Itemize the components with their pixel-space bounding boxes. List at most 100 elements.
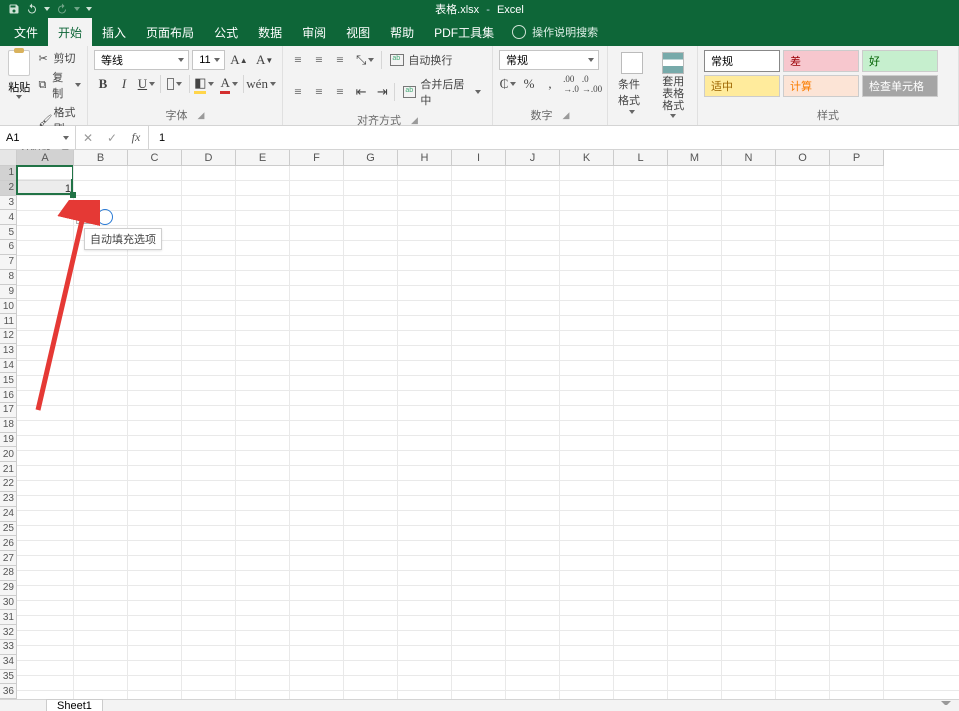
increase-font-button[interactable]: A▲ [228, 50, 251, 70]
row-header-31[interactable]: 31 [0, 610, 17, 625]
fill-handle[interactable] [70, 192, 76, 198]
row-header-12[interactable]: 12 [0, 329, 17, 344]
align-middle-button[interactable]: ≡ [310, 50, 328, 70]
row-header-1[interactable]: 1 [0, 166, 17, 181]
row-header-26[interactable]: 26 [0, 536, 17, 551]
row-header-11[interactable]: 11 [0, 314, 17, 329]
font-color-button[interactable]: A [219, 74, 240, 94]
conditional-format-button[interactable]: 条件格式 [614, 50, 650, 116]
copy-dropdown-icon[interactable] [75, 83, 81, 87]
orientation-button[interactable]: ⤡ [352, 50, 378, 70]
align-bottom-button[interactable]: ≡ [331, 50, 349, 70]
row-header-10[interactable]: 10 [0, 299, 17, 314]
column-header-C[interactable]: C [128, 150, 182, 166]
tab-data[interactable]: 数据 [248, 18, 292, 46]
increase-decimal-button[interactable]: .00→.0 [562, 74, 580, 94]
qat-customize-icon[interactable] [86, 7, 92, 11]
row-header-28[interactable]: 28 [0, 566, 17, 581]
row-header-30[interactable]: 30 [0, 596, 17, 611]
column-header-M[interactable]: M [668, 150, 722, 166]
row-header-29[interactable]: 29 [0, 581, 17, 596]
row-header-5[interactable]: 5 [0, 225, 17, 240]
copy-button[interactable]: ⧉复制 [39, 69, 81, 101]
row-header-22[interactable]: 22 [0, 477, 17, 492]
row-header-16[interactable]: 16 [0, 388, 17, 403]
sheet-tab-active[interactable]: Sheet1 [46, 699, 103, 711]
column-header-F[interactable]: F [290, 150, 344, 166]
column-header-G[interactable]: G [344, 150, 398, 166]
font-size-select[interactable]: 11 [192, 50, 224, 70]
row-header-7[interactable]: 7 [0, 255, 17, 270]
row-header-4[interactable]: 4 [0, 210, 17, 225]
row-header-15[interactable]: 15 [0, 373, 17, 388]
phonetic-button[interactable]: wén [246, 74, 276, 94]
row-header-33[interactable]: 33 [0, 640, 17, 655]
column-header-I[interactable]: I [452, 150, 506, 166]
row-header-27[interactable]: 27 [0, 551, 17, 566]
column-header-B[interactable]: B [74, 150, 128, 166]
column-header-E[interactable]: E [236, 150, 290, 166]
increase-indent-button[interactable]: ⇥ [373, 82, 391, 102]
redo-icon[interactable] [56, 3, 68, 15]
style-cell-0[interactable]: 常规 [704, 50, 780, 72]
autofill-options-button[interactable]: ▦ [76, 210, 96, 224]
row-header-18[interactable]: 18 [0, 418, 17, 433]
column-header-D[interactable]: D [182, 150, 236, 166]
column-header-K[interactable]: K [560, 150, 614, 166]
decrease-decimal-button[interactable]: .0→.00 [583, 74, 601, 94]
row-header-14[interactable]: 14 [0, 359, 17, 374]
column-header-N[interactable]: N [722, 150, 776, 166]
row-header-13[interactable]: 13 [0, 344, 17, 359]
formula-input[interactable]: 1 [149, 126, 959, 149]
undo-icon[interactable] [26, 3, 38, 15]
paste-dropdown-icon[interactable] [16, 95, 22, 99]
row-header-6[interactable]: 6 [0, 240, 17, 255]
row-header-2[interactable]: 2 [0, 181, 17, 196]
border-button[interactable] [163, 74, 186, 94]
row-header-3[interactable]: 3 [0, 196, 17, 211]
number-launcher-icon[interactable]: ◢ [563, 110, 570, 121]
italic-button[interactable]: I [115, 74, 133, 94]
row-header-21[interactable]: 21 [0, 462, 17, 477]
style-cell-2[interactable]: 好 [862, 50, 938, 72]
row-header-25[interactable]: 25 [0, 522, 17, 537]
row-header-35[interactable]: 35 [0, 670, 17, 685]
tab-file[interactable]: 文件 [4, 18, 48, 46]
wrap-text-button[interactable]: 自动换行 [385, 50, 457, 70]
cut-button[interactable]: ✂剪切 [39, 50, 81, 66]
column-header-H[interactable]: H [398, 150, 452, 166]
row-header-17[interactable]: 17 [0, 403, 17, 418]
tab-page-layout[interactable]: 页面布局 [136, 18, 204, 46]
row-header-19[interactable]: 19 [0, 433, 17, 448]
select-all-corner[interactable] [0, 150, 17, 166]
row-header-36[interactable]: 36 [0, 684, 17, 699]
row-header-8[interactable]: 8 [0, 270, 17, 285]
style-cell-5[interactable]: 检查单元格 [862, 75, 938, 97]
spreadsheet-grid[interactable]: ABCDEFGHIJKLMNOP 12345678910111213141516… [0, 150, 959, 699]
number-format-select[interactable]: 常规 [499, 50, 599, 70]
paste-button[interactable]: 粘贴 [6, 50, 33, 99]
tab-home[interactable]: 开始 [48, 18, 92, 46]
align-left-button[interactable]: ≡ [289, 82, 307, 102]
redo-dropdown-icon[interactable] [74, 7, 80, 11]
table-format-button[interactable]: 套用 表格格式 [656, 50, 692, 120]
fill-color-button[interactable]: ◧ [193, 74, 216, 94]
align-top-button[interactable]: ≡ [289, 50, 307, 70]
fx-icon[interactable]: fx [124, 130, 148, 145]
merge-center-button[interactable]: 合并后居中 [398, 74, 486, 110]
tab-formulas[interactable]: 公式 [204, 18, 248, 46]
tab-help[interactable]: 帮助 [380, 18, 424, 46]
column-header-L[interactable]: L [614, 150, 668, 166]
quick-analysis-button[interactable] [97, 209, 113, 225]
percent-button[interactable]: % [520, 74, 538, 94]
row-header-23[interactable]: 23 [0, 492, 17, 507]
style-cell-3[interactable]: 适中 [704, 75, 780, 97]
save-icon[interactable] [8, 3, 20, 15]
row-header-32[interactable]: 32 [0, 625, 17, 640]
name-box[interactable]: A1 [0, 126, 76, 149]
row-header-20[interactable]: 20 [0, 447, 17, 462]
align-center-button[interactable]: ≡ [310, 82, 328, 102]
enter-icon[interactable]: ✓ [100, 131, 124, 145]
style-cell-1[interactable]: 差 [783, 50, 859, 72]
column-header-J[interactable]: J [506, 150, 560, 166]
